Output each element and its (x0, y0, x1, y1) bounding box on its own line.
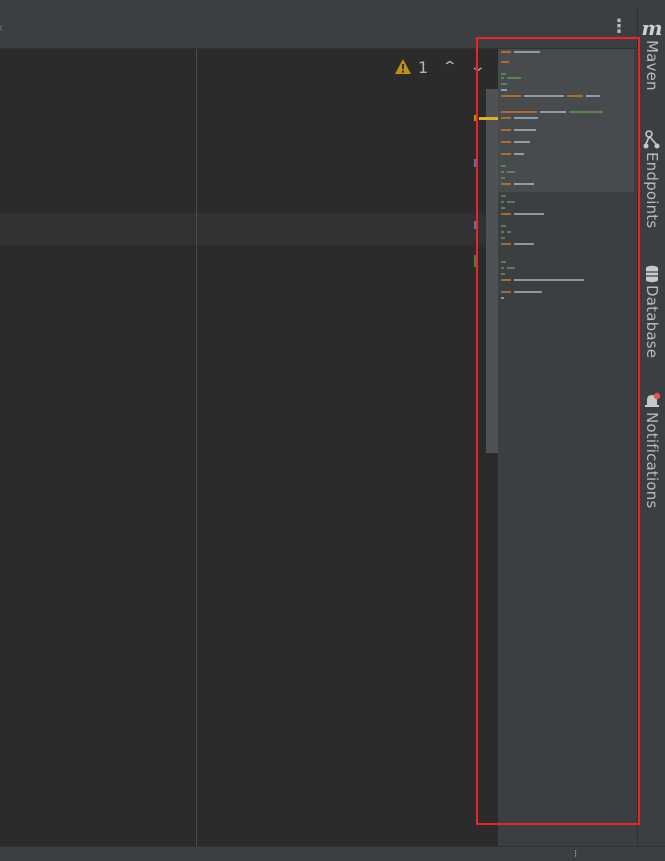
tool-window-database[interactable]: Database (638, 265, 665, 358)
right-tool-window-bar: m Maven Endpoints Database Notifications (637, 8, 665, 846)
tool-window-label: Maven (643, 40, 661, 91)
status-bar: ⁝ (0, 846, 665, 861)
previous-highlight-button[interactable]: ⌃ (442, 59, 458, 75)
notifications-bell-icon (645, 392, 661, 407)
minimap-highlight-annotation (476, 37, 640, 825)
tool-window-label: Notifications (643, 412, 661, 509)
maven-icon: m (641, 16, 663, 40)
tool-window-notifications[interactable]: Notifications (638, 392, 665, 508)
tab-scroll-left-icon[interactable]: ‹ (0, 20, 4, 36)
tool-window-label: Endpoints (643, 152, 661, 229)
tool-window-label: Database (643, 285, 661, 359)
current-line-highlight (0, 213, 486, 245)
endpoints-icon (643, 130, 660, 149)
status-bar-menu-icon[interactable]: ⁝ (574, 849, 577, 860)
code-editor[interactable]: 1 ⌃ ⌄ (0, 49, 498, 846)
right-margin-guide (196, 49, 197, 846)
database-icon (646, 265, 658, 283)
tool-window-maven[interactable]: m Maven (638, 18, 665, 91)
warning-count: 1 (418, 57, 429, 77)
tool-window-endpoints[interactable]: Endpoints (638, 130, 665, 228)
warning-triangle-icon[interactable] (394, 58, 412, 76)
more-options-icon[interactable]: ⋮ (610, 16, 628, 37)
inspection-widget[interactable]: 1 ⌃ ⌄ (394, 57, 486, 77)
